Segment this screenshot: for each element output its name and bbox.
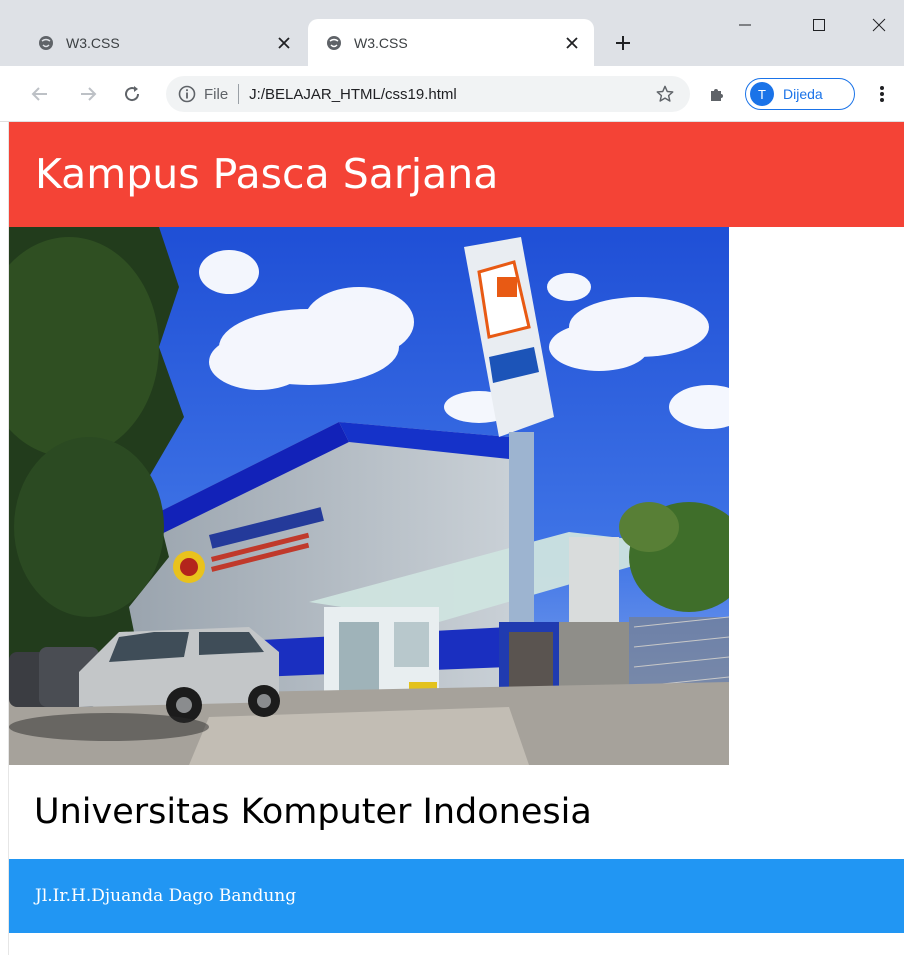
profile-name: Dijeda xyxy=(783,86,823,102)
tab-title: W3.CSS xyxy=(66,34,120,51)
maximize-icon xyxy=(813,19,825,31)
star-icon[interactable] xyxy=(654,83,676,105)
minimize-icon xyxy=(739,24,751,26)
globe-icon xyxy=(326,35,342,51)
close-tab-icon[interactable] xyxy=(562,33,582,53)
info-icon[interactable] xyxy=(178,85,196,103)
url-text[interactable]: J:/BELAJAR_HTML/css19.html xyxy=(249,86,654,103)
page-title: Kampus Pasca Sarjana xyxy=(35,149,499,198)
reload-button[interactable] xyxy=(118,80,146,108)
tab-strip: W3.CSS W3.CSS xyxy=(0,0,904,66)
forward-arrow-icon xyxy=(81,87,97,101)
divider xyxy=(238,84,240,104)
tab-inactive[interactable]: W3.CSS xyxy=(20,19,306,66)
kebab-menu-icon[interactable] xyxy=(872,82,892,106)
page-footer: Jl.Ir.H.Djuanda Dago Bandung xyxy=(9,859,904,933)
forward-button[interactable] xyxy=(74,80,102,108)
address-text: Jl.Ir.H.Djuanda Dago Bandung xyxy=(35,886,297,906)
university-name: Universitas Komputer Indonesia xyxy=(34,792,592,832)
back-button[interactable] xyxy=(26,80,54,108)
close-icon xyxy=(872,18,886,32)
puzzle-icon[interactable] xyxy=(705,82,729,106)
browser-toolbar: File J:/BELAJAR_HTML/css19.html T Dijeda xyxy=(0,66,904,122)
avatar: T xyxy=(750,82,774,106)
tab-active[interactable]: W3.CSS xyxy=(308,19,594,66)
tab-title: W3.CSS xyxy=(354,34,408,51)
plus-icon xyxy=(616,36,630,50)
close-tab-icon[interactable] xyxy=(274,33,294,53)
address-bar[interactable]: File J:/BELAJAR_HTML/css19.html xyxy=(166,76,690,112)
page-header: Kampus Pasca Sarjana xyxy=(9,122,904,227)
close-window-button[interactable] xyxy=(856,10,902,40)
globe-icon xyxy=(38,35,54,51)
file-scheme-label: File xyxy=(204,85,229,103)
reload-icon xyxy=(125,86,140,102)
page-viewport: Kampus Pasca Sarjana Universitas Kompute… xyxy=(8,122,904,955)
minimize-button[interactable] xyxy=(722,10,768,40)
back-arrow-icon xyxy=(31,87,47,101)
new-tab-button[interactable] xyxy=(610,30,636,56)
maximize-button[interactable] xyxy=(796,10,842,40)
campus-building-photo xyxy=(9,227,729,765)
profile-button[interactable]: T Dijeda xyxy=(745,78,855,110)
